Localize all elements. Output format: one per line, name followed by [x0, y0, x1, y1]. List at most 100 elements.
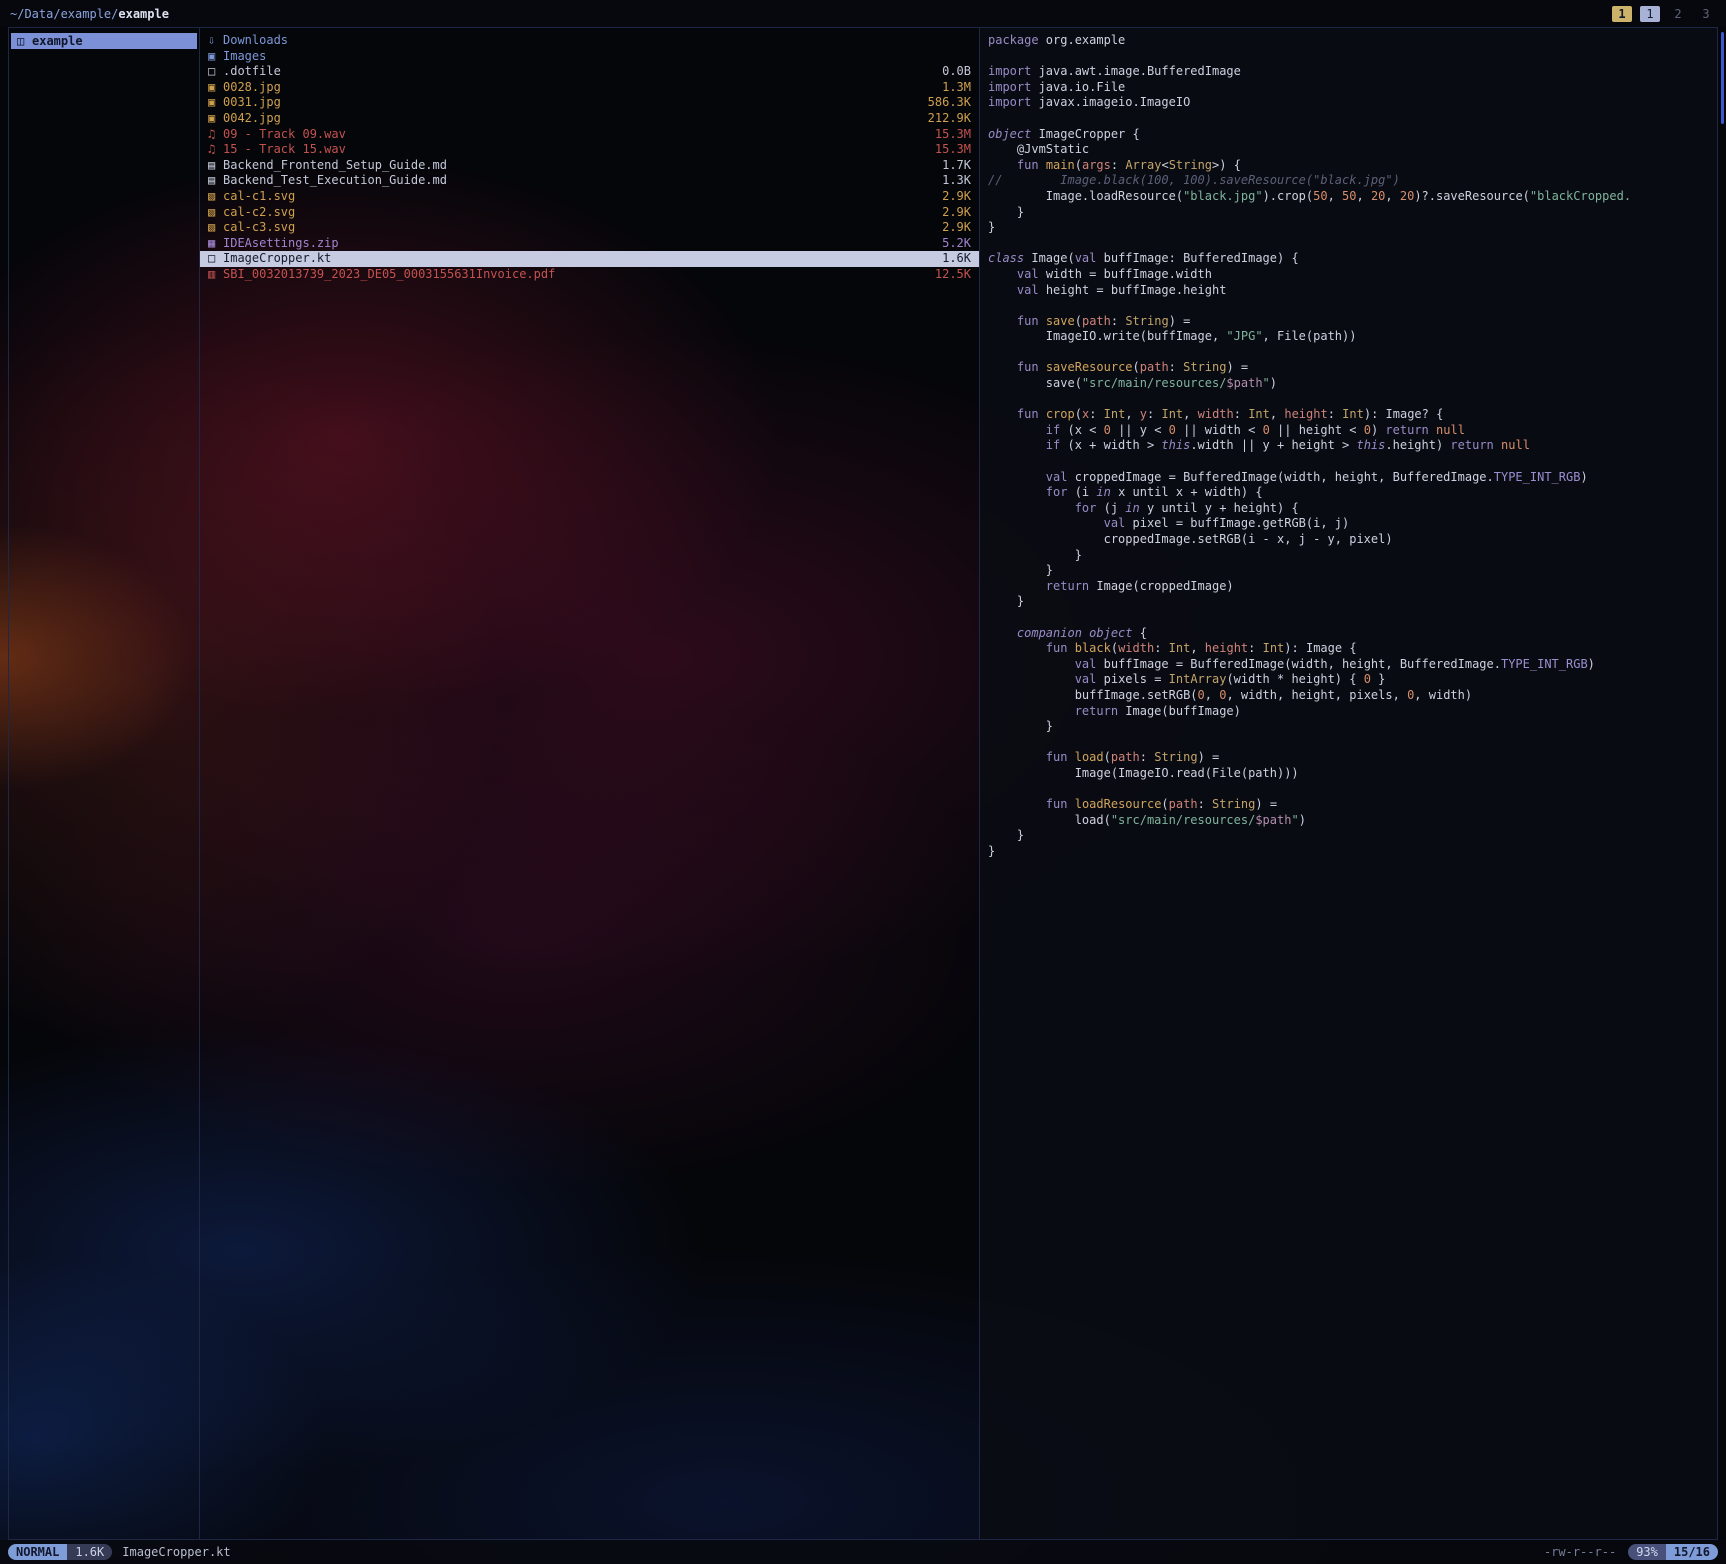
- file-size: 15.3M: [935, 142, 971, 158]
- file-row[interactable]: ▤Backend_Test_Execution_Guide.md1.3K: [200, 173, 979, 189]
- code-line: }: [988, 563, 1711, 579]
- code-line: [988, 454, 1711, 470]
- file-name: cal-c3.svg: [223, 220, 942, 236]
- code-line: [988, 735, 1711, 751]
- file-row[interactable]: ⇩Downloads: [200, 33, 979, 49]
- file-name: Backend_Test_Execution_Guide.md: [223, 173, 942, 189]
- code-line: val buffImage = BufferedImage(width, hei…: [988, 657, 1711, 673]
- code-line: fun black(width: Int, height: Int): Imag…: [988, 641, 1711, 657]
- code-line: fun save(path: String) =: [988, 314, 1711, 330]
- file-size: 2.9K: [942, 205, 971, 221]
- download-icon: ⇩: [208, 33, 223, 49]
- code-line: croppedImage.setRGB(i - x, j - y, pixel): [988, 532, 1711, 548]
- file-row[interactable]: □ImageCropper.kt1.6K: [200, 251, 979, 267]
- file-name: ImageCropper.kt: [223, 251, 942, 267]
- file-size: 212.9K: [928, 111, 971, 127]
- file-row[interactable]: □.dotfile0.0B: [200, 64, 979, 80]
- code-line: val croppedImage = BufferedImage(width, …: [988, 470, 1711, 486]
- file-name: .dotfile: [223, 64, 942, 80]
- code-line: [988, 345, 1711, 361]
- vector-icon: ▧: [208, 189, 223, 205]
- image-folder-icon: ▣: [208, 49, 223, 65]
- image-icon: ▣: [208, 111, 223, 127]
- file-row[interactable]: ▧cal-c2.svg2.9K: [200, 205, 979, 221]
- code-line: val height = buffImage.height: [988, 283, 1711, 299]
- code-line: [988, 392, 1711, 408]
- code-line: val width = buffImage.width: [988, 267, 1711, 283]
- code-line: if (x + width > this.width || y + height…: [988, 438, 1711, 454]
- pdf-icon: ▥: [208, 267, 223, 283]
- file-name: 09 - Track 09.wav: [223, 127, 935, 143]
- file-name: Backend_Frontend_Setup_Guide.md: [223, 158, 942, 174]
- code-line: for (j in y until y + height) {: [988, 501, 1711, 517]
- tab-3[interactable]: 2: [1668, 6, 1688, 22]
- file-size: 1.7K: [942, 158, 971, 174]
- code-line: Image.loadResource("black.jpg").crop(50,…: [988, 189, 1711, 205]
- file-name: 0042.jpg: [223, 111, 928, 127]
- code-line: return Image(croppedImage): [988, 579, 1711, 595]
- status-file-name: ImageCropper.kt: [122, 1545, 230, 1559]
- status-right: -rw-r--r-- 93% 15/16: [1544, 1544, 1718, 1560]
- parent-item-example[interactable]: ◫example: [11, 33, 197, 49]
- file-name: Downloads: [223, 33, 971, 49]
- code-line: return Image(buffImage): [988, 704, 1711, 720]
- code-line: // Image.black(100, 100).saveResource("b…: [988, 173, 1711, 189]
- file-size-badge: 1.6K: [67, 1544, 112, 1560]
- file-row[interactable]: ▧cal-c3.svg2.9K: [200, 220, 979, 236]
- file-size: 2.9K: [942, 220, 971, 236]
- audio-icon: ♫: [208, 142, 223, 158]
- status-left: NORMAL 1.6K ImageCropper.kt: [8, 1544, 231, 1560]
- tab-2[interactable]: 1: [1640, 6, 1660, 22]
- preview-scrollbar[interactable]: [1721, 32, 1724, 124]
- file-size: 586.3K: [928, 95, 971, 111]
- file-row[interactable]: ♫15 - Track 15.wav15.3M: [200, 142, 979, 158]
- file-row[interactable]: ▦IDEAsettings.zip5.2K: [200, 236, 979, 252]
- file-row[interactable]: ▧cal-c1.svg2.9K: [200, 189, 979, 205]
- code-line: }: [988, 220, 1711, 236]
- code-line: fun load(path: String) =: [988, 750, 1711, 766]
- code-line: }: [988, 844, 1711, 860]
- file-name: 15 - Track 15.wav: [223, 142, 935, 158]
- folder-icon: ◫: [17, 33, 32, 49]
- parent-item-label: example: [32, 33, 83, 49]
- file-row[interactable]: ▥SBI_0032013739_2023_DE05_0003155631Invo…: [200, 267, 979, 283]
- path-current: example: [118, 7, 169, 21]
- file-size: 0.0B: [942, 64, 971, 80]
- file-icon: □: [208, 64, 223, 80]
- code-line: }: [988, 205, 1711, 221]
- file-row[interactable]: ▣0031.jpg586.3K: [200, 95, 979, 111]
- code-preview: package org.example import java.awt.imag…: [988, 33, 1711, 859]
- tab-1[interactable]: 1: [1612, 6, 1632, 22]
- file-row[interactable]: ▤Backend_Frontend_Setup_Guide.md1.7K: [200, 158, 979, 174]
- code-line: [988, 298, 1711, 314]
- file-row[interactable]: ▣0042.jpg212.9K: [200, 111, 979, 127]
- file-size: 12.5K: [935, 267, 971, 283]
- file-row[interactable]: ▣0028.jpg1.3M: [200, 80, 979, 96]
- code-line: val pixel = buffImage.getRGB(i, j): [988, 516, 1711, 532]
- file-row[interactable]: ▣Images: [200, 49, 979, 65]
- code-line: }: [988, 828, 1711, 844]
- code-line: fun main(args: Array<String>) {: [988, 158, 1711, 174]
- file-name: SBI_0032013739_2023_DE05_0003155631Invoi…: [223, 267, 935, 283]
- code-line: Image(ImageIO.read(File(path))): [988, 766, 1711, 782]
- scroll-percent-badge: 93%: [1628, 1544, 1666, 1560]
- code-line: fun crop(x: Int, y: Int, width: Int, hei…: [988, 407, 1711, 423]
- code-line: }: [988, 548, 1711, 564]
- vector-icon: ▧: [208, 220, 223, 236]
- file-row[interactable]: ♫09 - Track 09.wav15.3M: [200, 127, 979, 143]
- code-line: import javax.imageio.ImageIO: [988, 95, 1711, 111]
- file-name: Images: [223, 49, 971, 65]
- file-size: 2.9K: [942, 189, 971, 205]
- tab-bar: 1123: [1612, 6, 1716, 22]
- vector-icon: ▧: [208, 205, 223, 221]
- file-name: cal-c1.svg: [223, 189, 942, 205]
- file-size: 5.2K: [942, 236, 971, 252]
- kotlin-icon: □: [208, 251, 223, 267]
- code-line: load("src/main/resources/$path"): [988, 813, 1711, 829]
- file-size: 15.3M: [935, 127, 971, 143]
- tab-4[interactable]: 3: [1696, 6, 1716, 22]
- code-line: import java.awt.image.BufferedImage: [988, 64, 1711, 80]
- terminal-screen: ~/Data/example/example 1123 ◫example ⇩Do…: [0, 0, 1726, 1564]
- archive-icon: ▦: [208, 236, 223, 252]
- code-line: ImageIO.write(buffImage, "JPG", File(pat…: [988, 329, 1711, 345]
